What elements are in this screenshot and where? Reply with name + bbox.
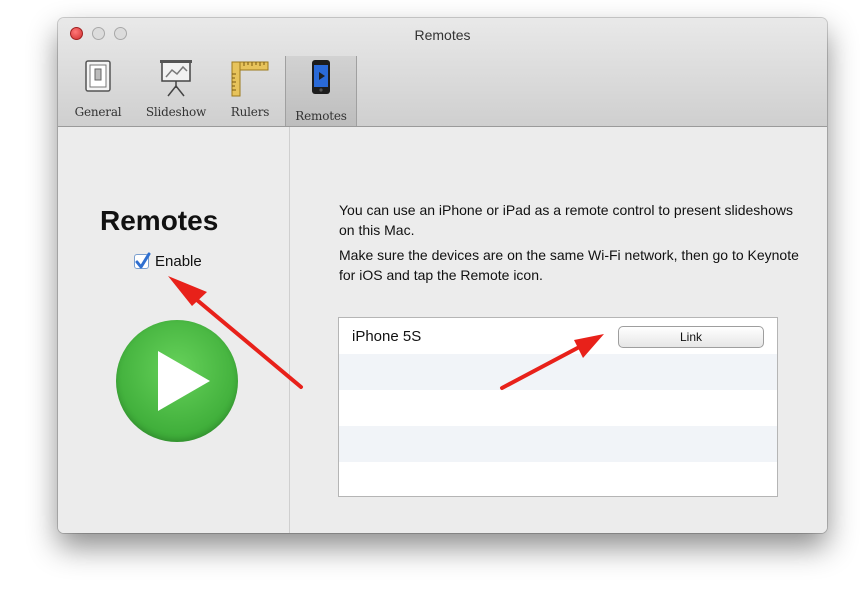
list-item: iPhone 5S Link — [339, 318, 777, 354]
list-item — [339, 462, 777, 498]
window-title: Remotes — [414, 27, 471, 43]
preferences-window: Remotes General Slideshow Rulers Remotes… — [58, 18, 827, 533]
list-item — [339, 390, 777, 426]
panel-heading: Remotes — [100, 205, 219, 236]
device-list: iPhone 5S Link — [338, 317, 778, 497]
rulers-icon — [228, 58, 272, 103]
general-icon — [82, 58, 114, 99]
checkmark-icon — [135, 252, 151, 269]
tab-label: Slideshow — [145, 105, 207, 119]
play-icon — [116, 320, 238, 442]
tab-remotes[interactable]: Remotes — [285, 56, 357, 126]
left-panel: Remotes Enable — [58, 127, 290, 533]
right-panel: You can use an iPhone or iPad as a remot… — [290, 127, 827, 533]
enable-label[interactable]: Enable — [155, 253, 202, 270]
tab-label: General — [74, 105, 122, 119]
tab-label: Remotes — [295, 109, 347, 123]
link-button[interactable]: Link — [618, 326, 764, 348]
tab-slideshow[interactable]: Slideshow — [138, 56, 214, 122]
tab-rulers[interactable]: Rulers — [221, 56, 279, 122]
instructions-text: Make sure the devices are on the same Wi… — [339, 247, 799, 283]
slideshow-icon — [156, 58, 196, 103]
list-item — [339, 426, 777, 462]
description-text: You can use an iPhone or iPad as a remot… — [339, 202, 793, 238]
enable-checkbox[interactable] — [134, 252, 151, 269]
tab-general[interactable]: General — [66, 56, 130, 122]
toolbar: Remotes General Slideshow Rulers Remotes — [58, 18, 827, 127]
list-item — [339, 354, 777, 390]
tab-label: Rulers — [230, 105, 270, 119]
device-name: iPhone 5S — [352, 328, 422, 345]
remotes-icon — [309, 58, 333, 101]
